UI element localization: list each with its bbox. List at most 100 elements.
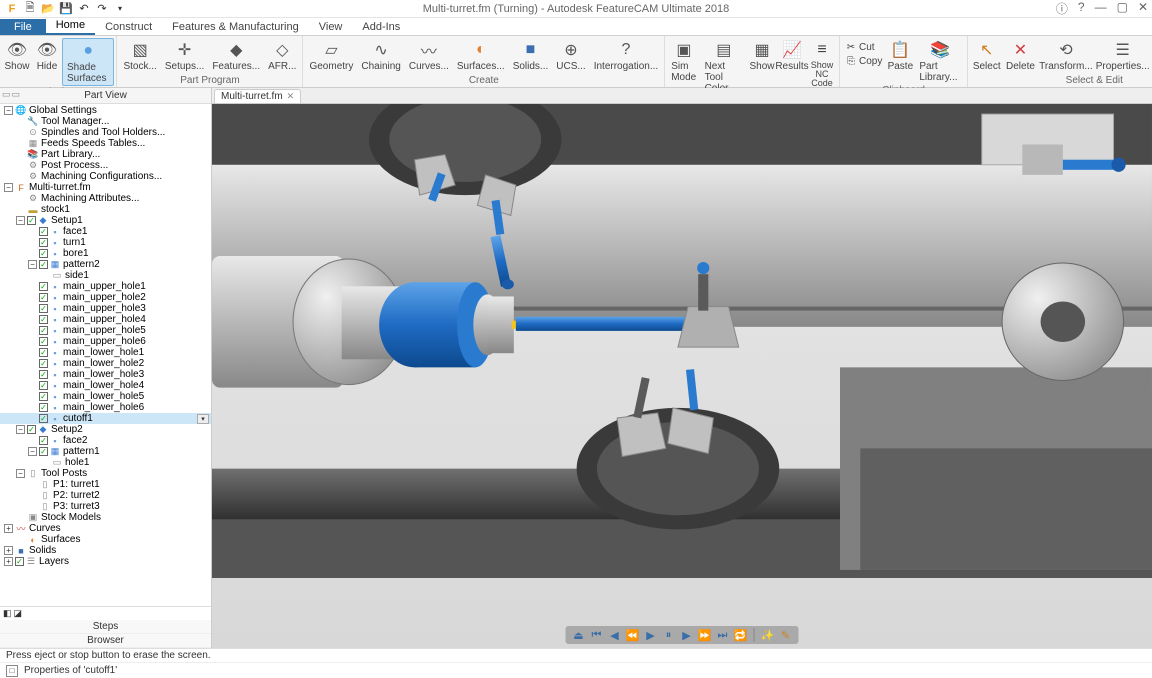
maximize-icon[interactable]: ▢ [1117, 0, 1128, 17]
help-search-icon[interactable]: ⓘ [1056, 0, 1068, 17]
checkbox[interactable]: ✓ [39, 249, 48, 258]
footer-icon1[interactable]: ◧ [3, 608, 12, 619]
minimize-icon[interactable]: — [1095, 0, 1107, 17]
tree-node-p3-turret3[interactable]: ▯P3: turret3 [0, 501, 211, 512]
expander-icon[interactable]: − [28, 260, 37, 269]
setups--button[interactable]: ✛Setups... [161, 38, 208, 73]
expander-icon[interactable]: + [4, 546, 13, 555]
sim-mode-button[interactable]: ▣Sim Mode [667, 38, 700, 84]
tree-node-spindles-and-tool-holders-[interactable]: ⊙Spindles and Tool Holders... [0, 127, 211, 138]
playback-pencil-icon[interactable]: ✎ [779, 628, 793, 642]
expander-icon[interactable]: + [4, 524, 13, 533]
checkbox[interactable]: ✓ [39, 370, 48, 379]
checkbox[interactable]: ✓ [39, 282, 48, 291]
checkbox[interactable]: ✓ [39, 392, 48, 401]
document-tab[interactable]: Multi-turret.fm ✕ [214, 89, 301, 103]
tree-node-pattern2[interactable]: −✓▦pattern2 [0, 259, 211, 270]
playback-skip-start-icon[interactable]: ⏮ [590, 628, 604, 642]
checkbox[interactable]: ✓ [39, 238, 48, 247]
doc-tab-close-icon[interactable]: ✕ [287, 91, 295, 102]
tree-node-main-lower-hole4[interactable]: ✓▪main_lower_hole4 [0, 380, 211, 391]
tree-node-pattern1[interactable]: −✓▦pattern1 [0, 446, 211, 457]
qat-new-icon[interactable]: 🗎 [22, 1, 38, 17]
tree-node-main-lower-hole6[interactable]: ✓▪main_lower_hole6 [0, 402, 211, 413]
tree-node-hole1[interactable]: ▭hole1 [0, 457, 211, 468]
tree-node-global-settings[interactable]: −🌐Global Settings [0, 105, 211, 116]
tree-node-stock-models[interactable]: ▣Stock Models [0, 512, 211, 523]
copy-button[interactable]: ⎘Copy [842, 54, 885, 68]
tree-node-setup1[interactable]: −✓◆Setup1 [0, 215, 211, 226]
ribbon-tab-construct[interactable]: Construct [95, 19, 162, 35]
surfaces--button[interactable]: ◐Surfaces... [453, 38, 509, 73]
checkbox[interactable]: ✓ [27, 216, 36, 225]
tree-node-main-lower-hole2[interactable]: ✓▪main_lower_hole2 [0, 358, 211, 369]
hide-button[interactable]: 👁Hide [32, 38, 62, 73]
expander-icon[interactable]: − [28, 447, 37, 456]
tree-node-multi-turret-fm[interactable]: −FMulti-turret.fm [0, 182, 211, 193]
geometry-button[interactable]: ▱Geometry [305, 38, 357, 73]
tree-node-surfaces[interactable]: ◐Surfaces [0, 534, 211, 545]
tree-node-setup2[interactable]: −✓◆Setup2 [0, 424, 211, 435]
playback-play-icon[interactable]: ▶ [644, 628, 658, 642]
chaining-button[interactable]: ∿Chaining [357, 38, 404, 73]
tree-node-main-lower-hole5[interactable]: ✓▪main_lower_hole5 [0, 391, 211, 402]
tree-node-feeds-speeds-tables-[interactable]: ▦Feeds Speeds Tables... [0, 138, 211, 149]
help-icon[interactable]: ? [1078, 0, 1085, 17]
playback-eject-icon[interactable]: ⏏ [572, 628, 586, 642]
checkbox[interactable]: ✓ [39, 326, 48, 335]
tree-node-main-upper-hole6[interactable]: ✓▪main_upper_hole6 [0, 336, 211, 347]
next-tool-color-button[interactable]: ▤Next Tool Color [701, 38, 747, 95]
checkbox[interactable]: ✓ [39, 359, 48, 368]
tree-node-main-lower-hole3[interactable]: ✓▪main_lower_hole3 [0, 369, 211, 380]
ribbon-tab-add-ins[interactable]: Add-Ins [352, 19, 410, 35]
browser-tab[interactable]: Browser [0, 634, 211, 648]
tree-node-solids[interactable]: +■Solids [0, 545, 211, 556]
tree-node-layers[interactable]: +✓☰Layers [0, 556, 211, 567]
show-button[interactable]: 👁Show [2, 38, 32, 73]
tree-node-main-upper-hole2[interactable]: ✓▪main_upper_hole2 [0, 292, 211, 303]
ribbon-tab-features-manufacturing[interactable]: Features & Manufacturing [162, 19, 309, 35]
playback-next-icon[interactable]: ▶ [680, 628, 694, 642]
ribbon-tab-view[interactable]: View [309, 19, 353, 35]
checkbox[interactable]: ✓ [39, 414, 48, 423]
expander-icon[interactable]: − [16, 216, 25, 225]
playback-prev-icon[interactable]: ◀ [608, 628, 622, 642]
tree-node-turn1[interactable]: ✓▪turn1 [0, 237, 211, 248]
expander-icon[interactable]: + [4, 557, 13, 566]
ribbon-tab-home[interactable]: Home [46, 17, 95, 35]
paste-button[interactable]: 📋Paste [885, 38, 915, 73]
features--button[interactable]: ◆Features... [208, 38, 264, 73]
checkbox[interactable]: ✓ [39, 304, 48, 313]
tree-node-main-upper-hole3[interactable]: ✓▪main_upper_hole3 [0, 303, 211, 314]
qat-dropdown-icon[interactable]: ▾ [112, 1, 128, 17]
tree-node-main-lower-hole1[interactable]: ✓▪main_lower_hole1 [0, 347, 211, 358]
checkbox[interactable]: ✓ [39, 293, 48, 302]
tree-node-machining-configurations-[interactable]: ⚙Machining Configurations... [0, 171, 211, 182]
select-button[interactable]: ↖Select [970, 38, 1003, 73]
tree-node-tool-manager-[interactable]: 🔧Tool Manager... [0, 116, 211, 127]
footer-icon2[interactable]: ◪ [14, 608, 23, 619]
file-tab[interactable]: File [0, 19, 46, 35]
expander-icon[interactable]: − [16, 469, 25, 478]
checkbox[interactable]: ✓ [39, 436, 48, 445]
tree-node-machining-attributes-[interactable]: ⚙Machining Attributes... [0, 193, 211, 204]
tree-node-part-library-[interactable]: 📚Part Library... [0, 149, 211, 160]
partview-toggle2-icon[interactable]: ▭ [12, 89, 21, 100]
playback-loop-icon[interactable]: 🔁 [734, 628, 748, 642]
qat-redo-icon[interactable]: ↷ [94, 1, 110, 17]
checkbox[interactable]: ✓ [39, 227, 48, 236]
tree-node-bore1[interactable]: ✓▪bore1 [0, 248, 211, 259]
tree-dropdown-icon[interactable]: ▾ [197, 414, 209, 424]
tree-node-p1-turret1[interactable]: ▯P1: turret1 [0, 479, 211, 490]
tree-node-p2-turret2[interactable]: ▯P2: turret2 [0, 490, 211, 501]
playback-wand-icon[interactable]: ✨ [761, 628, 775, 642]
playback-fast-fwd-icon[interactable]: ⏩ [698, 628, 712, 642]
expander-icon[interactable]: − [16, 425, 25, 434]
tree-node-stock1[interactable]: ▬stock1 [0, 204, 211, 215]
qat-open-icon[interactable]: 📂 [40, 1, 56, 17]
tree-node-cutoff1[interactable]: ✓▪cutoff1▾ [0, 413, 211, 424]
expander-icon[interactable]: − [4, 183, 13, 192]
checkbox[interactable]: ✓ [39, 260, 48, 269]
curves--button[interactable]: 〰Curves... [405, 38, 453, 73]
checkbox[interactable]: ✓ [39, 337, 48, 346]
